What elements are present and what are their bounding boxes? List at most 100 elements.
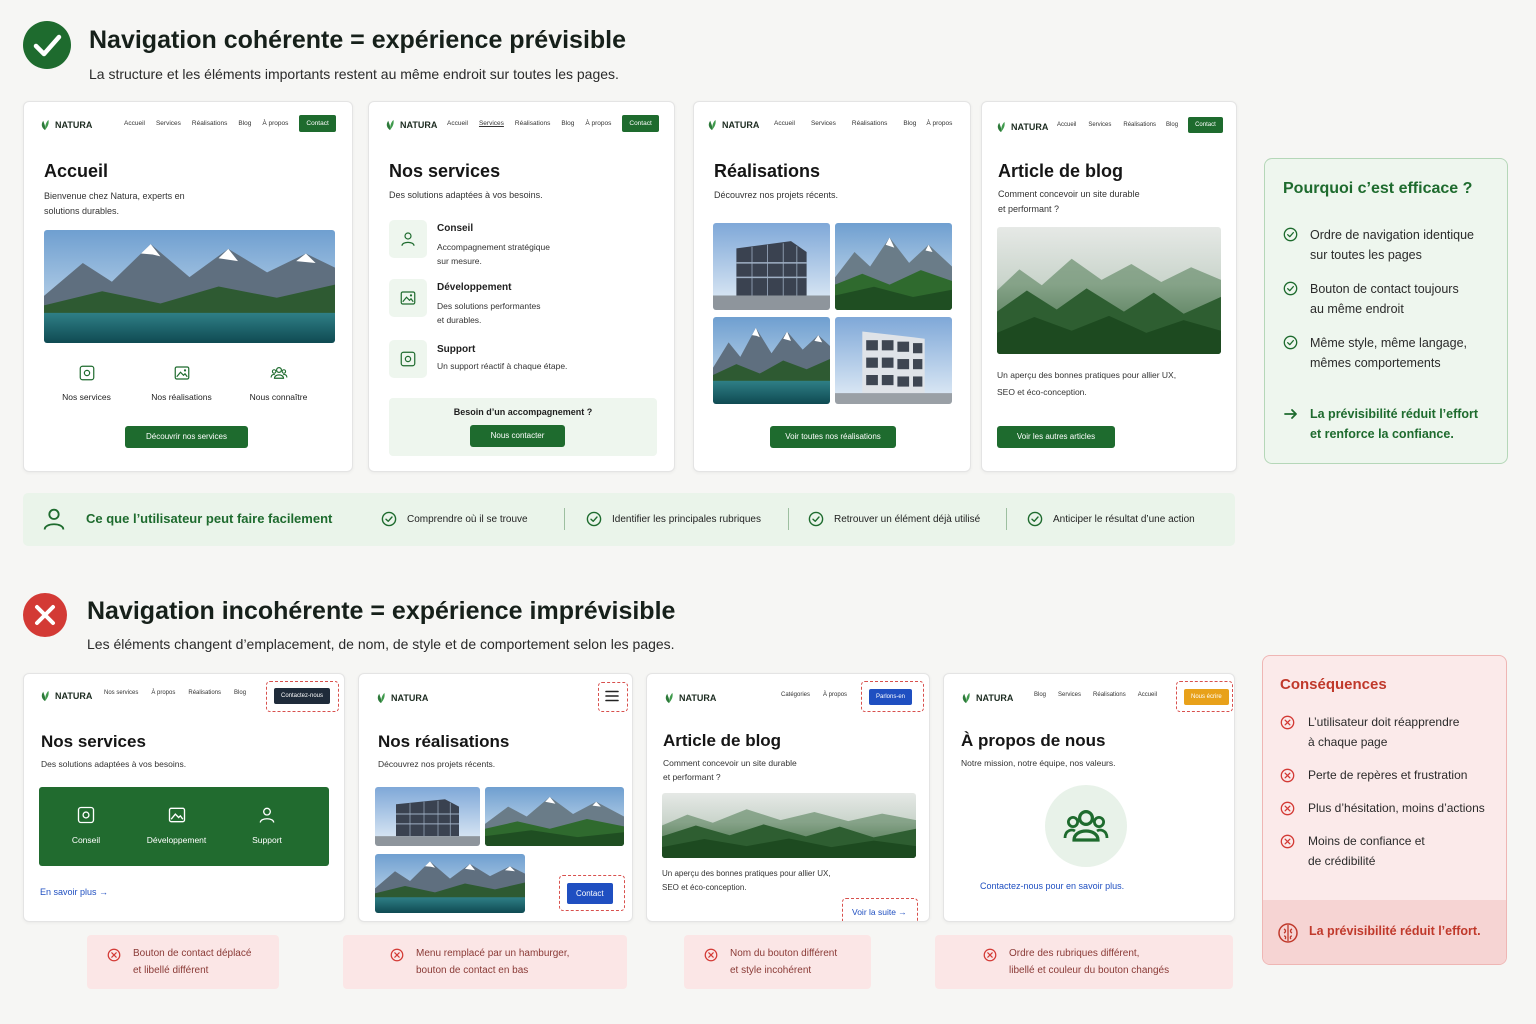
nav-item-accueil[interactable]: Accueil [124, 120, 145, 127]
page-heading: Nos services [41, 732, 146, 751]
divider [1006, 508, 1007, 530]
site-logo[interactable]: NATURA [375, 692, 428, 704]
page-heading: Article de blog [998, 161, 1124, 181]
check-circle-icon [586, 511, 602, 527]
good-section-title: Navigation cohérente = expérience prévis… [89, 26, 627, 54]
issue-highlight [842, 898, 918, 921]
nav-item-services[interactable]: Services [1088, 122, 1111, 128]
check-circle-icon [381, 511, 397, 527]
nav-item-services[interactable]: Services [811, 120, 836, 127]
nav-item-realisations[interactable]: Réalisations [1093, 692, 1126, 698]
bad-section-subtitle: Les éléments changent d’emplacement, de … [87, 636, 675, 652]
arrow-right-icon [1284, 409, 1297, 419]
site-logo[interactable]: NATURA [39, 690, 92, 702]
project-image-building[interactable] [713, 223, 830, 310]
nav-item-categories[interactable]: Catégories [781, 692, 810, 698]
service-item-developpement[interactable]: Développement Des solutions performantes… [389, 279, 649, 329]
nav-item-blog[interactable]: Blog [903, 120, 916, 127]
quick-link-services[interactable]: Nos services [49, 364, 124, 402]
site-logo[interactable]: NATURA [960, 692, 1013, 704]
site-logo[interactable]: NATURA [663, 692, 716, 704]
nav-item-services[interactable]: Nos services [104, 690, 138, 696]
nav-item-services[interactable]: Services [479, 120, 504, 127]
nav-item-a-propos[interactable]: À propos [151, 690, 175, 696]
site-logo[interactable]: NATURA [995, 121, 1048, 133]
bad-page-blog: NATURA Catégories À propos Parlons-en Ar… [646, 673, 930, 922]
nav-item-realisations[interactable]: Réalisations [515, 120, 550, 127]
leaf-icon [960, 692, 972, 704]
project-image-building[interactable] [375, 787, 480, 846]
leaf-icon [706, 119, 718, 131]
page-heading: Réalisations [714, 161, 821, 181]
good-page-realisations: NATURA Accueil Services Réalisations Blo… [693, 101, 971, 472]
nav-item-a-propos[interactable]: À propos [823, 692, 847, 698]
good-section-subtitle: La structure et les éléments importants … [89, 66, 619, 82]
issue-highlight [559, 875, 625, 911]
article-subtitle: Comment concevoir un site durable et perf… [998, 189, 1140, 214]
site-logo[interactable]: NATURA [39, 119, 92, 131]
page-intro: Découvrez nos projets récents. [714, 190, 839, 200]
check-circle-icon [1283, 227, 1298, 242]
nav-item-a-propos[interactable]: À propos [926, 120, 952, 127]
consequence-item: Moins de confiance et de crédibilité [1280, 831, 1505, 871]
tile-developpement[interactable]: Développement [134, 805, 219, 845]
error-circle-icon [390, 948, 404, 962]
nav-item-a-propos[interactable]: À propos [262, 120, 288, 127]
page-intro: Bienvenue chez Natura, experts en solutio… [44, 191, 185, 216]
nav-item-a-propos[interactable]: À propos [585, 120, 611, 127]
site-logo[interactable]: NATURA [706, 119, 759, 131]
consequence-item: L’utilisateur doit réapprendre à chaque p… [1280, 712, 1505, 752]
see-all-projects-button[interactable]: Voir toutes nos réalisations [770, 426, 896, 448]
why-item: Même style, même langage, mêmes comportem… [1283, 333, 1503, 373]
issue-highlight [1176, 681, 1233, 712]
nav-item-realisations[interactable]: Réalisations [1123, 122, 1156, 128]
nav-item-realisations[interactable]: Réalisations [852, 120, 887, 127]
good-page-accueil: NATURA Accueil Services Réalisations Blo… [23, 101, 353, 472]
error-circle-icon [1280, 801, 1295, 816]
quick-link-about[interactable]: Nous connaître [236, 364, 321, 402]
project-image-lake[interactable] [375, 854, 525, 913]
nav-item-blog[interactable]: Blog [234, 690, 246, 696]
consequences-panel: Conséquences L’utilisateur doit réappren… [1262, 655, 1507, 965]
quick-link-realisations[interactable]: Nos réalisations [139, 364, 224, 402]
nav-item-blog[interactable]: Blog [561, 120, 574, 127]
tile-support[interactable]: Support [232, 805, 302, 845]
forest-article-image [997, 227, 1221, 354]
project-image-mountains[interactable] [835, 223, 952, 310]
contact-text-link[interactable]: Contactez-nous pour en savoir plus. [980, 881, 1124, 891]
page-heading: Article de blog [663, 731, 782, 750]
main-nav: Nos services À propos Réalisations Blog [104, 690, 246, 696]
project-image-mountains[interactable] [485, 787, 624, 846]
project-image-office[interactable] [835, 317, 952, 404]
page-heading: Accueil [44, 161, 109, 181]
learn-more-link[interactable]: En savoir plus → [40, 887, 108, 897]
user-benefits-bar: Ce que l’utilisateur peut faire facileme… [23, 493, 1235, 546]
nav-item-accueil[interactable]: Accueil [1057, 122, 1076, 128]
nav-item-blog[interactable]: Blog [1034, 692, 1046, 698]
nav-item-realisations[interactable]: Réalisations [192, 120, 227, 127]
contact-button[interactable]: Contact [299, 115, 336, 132]
nav-item-realisations[interactable]: Réalisations [188, 690, 221, 696]
contact-button[interactable]: Contact [1188, 117, 1223, 133]
nav-item-accueil[interactable]: Accueil [447, 120, 468, 127]
service-item-support[interactable]: Support Un support réactif à chaque étap… [389, 340, 659, 380]
contact-us-button[interactable]: Nous contacter [470, 425, 565, 447]
site-logo[interactable]: NATURA [384, 119, 437, 131]
nav-item-accueil[interactable]: Accueil [774, 120, 795, 127]
tile-conseil[interactable]: Conseil [51, 805, 121, 845]
project-image-lake[interactable] [713, 317, 830, 404]
main-nav: Accueil Services Réalisations Blog À pro… [124, 115, 336, 132]
service-item-conseil[interactable]: Conseil Accompagnement stratégique sur me… [389, 220, 649, 270]
nav-item-services[interactable]: Services [1058, 692, 1081, 698]
nav-item-blog[interactable]: Blog [1166, 122, 1178, 128]
nav-item-accueil[interactable]: Accueil [1138, 692, 1157, 698]
nav-item-services[interactable]: Services [156, 120, 181, 127]
see-other-articles-button[interactable]: Voir les autres articles [997, 426, 1115, 448]
contact-button[interactable]: Contact [622, 115, 659, 132]
nav-item-blog[interactable]: Blog [238, 120, 251, 127]
discover-services-button[interactable]: Découvrir nos services [125, 426, 248, 448]
good-page-blog: NATURA Accueil Services Réalisations Blo… [981, 101, 1237, 472]
check-circle-icon [808, 511, 824, 527]
error-circle-icon [1280, 715, 1295, 730]
hero-mountain-lake-image [44, 230, 335, 343]
